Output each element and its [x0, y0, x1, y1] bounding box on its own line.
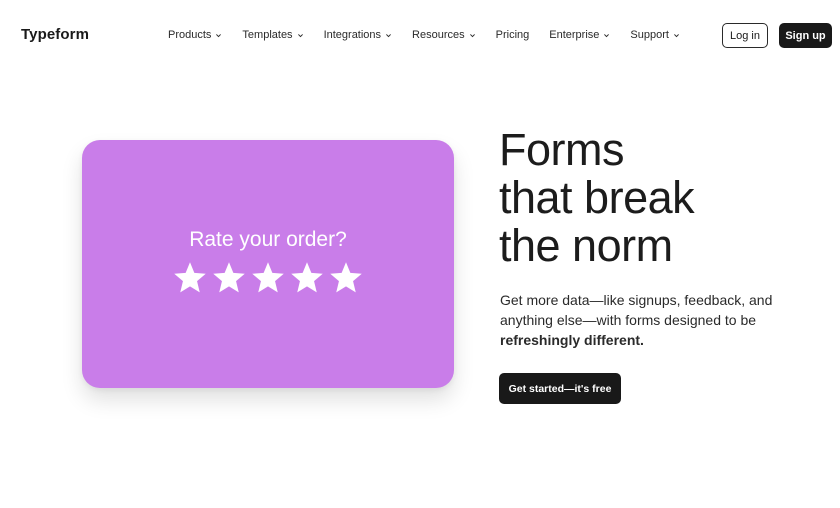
hero-subtext: Get more data—like signups, feedback, an… [500, 290, 800, 350]
subtext-bold: refreshingly different. [500, 332, 644, 348]
star-icon[interactable] [289, 260, 325, 296]
hero-headline: Forms that break the norm [499, 124, 695, 271]
nav-item-products[interactable]: Products [168, 29, 222, 41]
chevron-down-icon [297, 33, 303, 37]
get-started-button[interactable]: Get started—it's free [499, 373, 621, 404]
page: Typeform Products Templates Integrations… [0, 0, 840, 508]
rating-form-preview-card: Rate your order? [82, 140, 454, 388]
chevron-down-icon [469, 33, 475, 37]
nav-item-integrations[interactable]: Integrations [324, 29, 392, 41]
headline-line: that break [499, 172, 695, 223]
chevron-down-icon [216, 33, 222, 37]
nav-item-resources[interactable]: Resources [412, 29, 476, 41]
nav-item-label: Integrations [323, 29, 382, 41]
login-button[interactable]: Log in [722, 23, 768, 48]
signup-button[interactable]: Sign up [779, 23, 832, 48]
chevron-down-icon [386, 33, 391, 37]
nav-item-label: Enterprise [549, 29, 600, 41]
nav-item-pricing[interactable]: Pricing [496, 29, 530, 41]
nav-item-enterprise[interactable]: Enterprise [549, 29, 610, 41]
nav-item-templates[interactable]: Templates [242, 29, 303, 41]
top-navigation-bar: Typeform Products Templates Integrations… [0, 0, 840, 72]
rating-question: Rate your order? [189, 228, 347, 251]
nav-item-label: Templates [242, 29, 293, 41]
star-icon[interactable] [250, 260, 286, 296]
nav-item-label: Support [630, 29, 669, 41]
nav-item-label: Pricing [495, 29, 530, 41]
headline-line: the norm [499, 220, 673, 271]
star-rating [172, 260, 367, 296]
typeform-logo[interactable]: Typeform [21, 26, 89, 43]
nav-item-support[interactable]: Support [630, 29, 680, 41]
star-icon[interactable] [328, 260, 364, 296]
headline-line: Forms [499, 124, 625, 175]
nav-item-label: Resources [412, 29, 465, 41]
subtext-plain: Get more data—like signups, feedback, an… [500, 292, 773, 328]
chevron-down-icon [673, 33, 679, 37]
chevron-down-icon [604, 33, 610, 37]
star-icon[interactable] [211, 260, 247, 296]
main-nav: Products Templates Integrations Resource… [168, 29, 700, 41]
star-icon[interactable] [172, 260, 208, 296]
nav-item-label: Products [168, 29, 212, 41]
